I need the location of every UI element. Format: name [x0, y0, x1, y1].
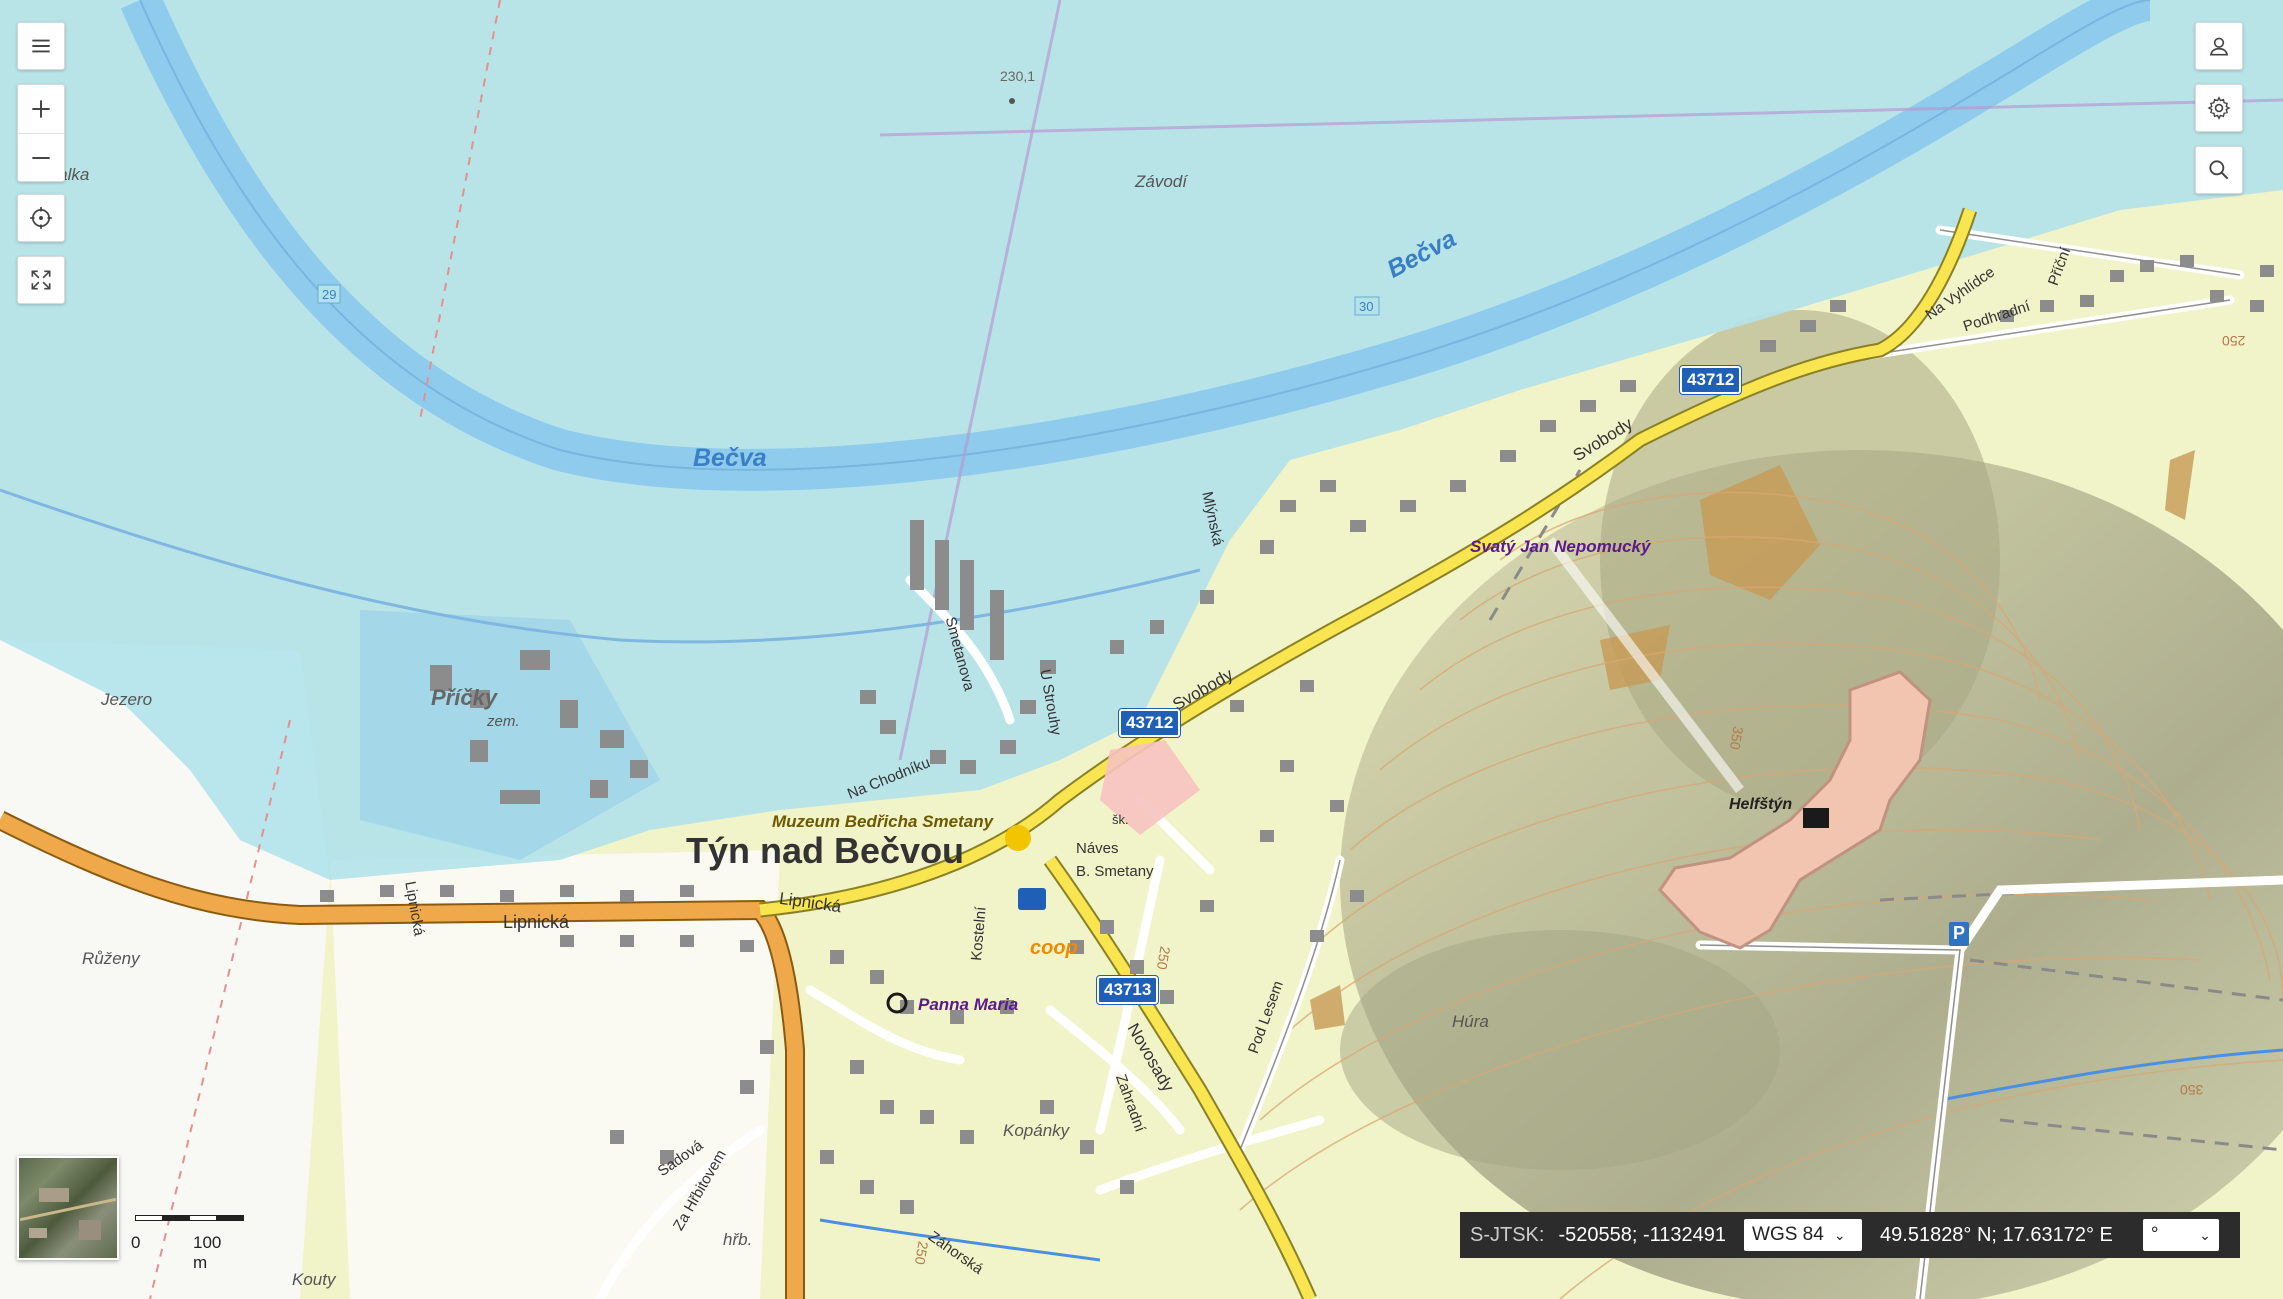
road-number-badge: 43713	[1097, 976, 1159, 1004]
chevron-down-icon: ⌄	[2199, 1226, 2211, 1243]
road-number-badge: 43712	[1680, 366, 1742, 394]
hamburger-icon	[32, 39, 50, 53]
elevation-label: 350	[2180, 1082, 2204, 1098]
church-label: Panna Maria	[918, 995, 1019, 1014]
gear-icon	[2207, 96, 2231, 120]
place-label: Jezero	[101, 690, 153, 709]
river-label: Bečva	[693, 444, 767, 472]
street-label: B. Smetany	[1076, 863, 1154, 880]
search-button[interactable]	[2195, 146, 2243, 194]
minus-icon	[32, 157, 50, 159]
projection-value: WGS 84	[1752, 1224, 1824, 1245]
castle-label: Helfštýn	[1729, 796, 1793, 813]
elevation-label: 250	[2222, 333, 2246, 349]
street-label: šk.	[1112, 812, 1129, 827]
place-label: Růženy	[82, 949, 140, 968]
chevron-down-icon: ⌄	[1833, 1226, 1846, 1243]
street-label: Náves	[1076, 840, 1119, 857]
zoom-in-button[interactable]	[18, 85, 64, 133]
settings-button[interactable]	[2195, 84, 2243, 132]
place-label: zem.	[487, 713, 520, 730]
unit-value: °	[2150, 1224, 2159, 1245]
place-label: Závodí	[1135, 172, 1187, 191]
wgs-value: 49.51828° N; 17.63172° E	[1880, 1223, 2113, 1246]
km-marker: 30	[1359, 299, 1374, 314]
projection-select[interactable]: WGS 84 ⌄	[1744, 1219, 1863, 1251]
locate-button[interactable]	[17, 194, 65, 242]
km-marker: 29	[322, 287, 337, 302]
map-base-layer	[0, 0, 2283, 1299]
scale-end-label: 100 m	[193, 1233, 222, 1272]
street-label: Lipnická	[503, 912, 570, 932]
place-label: Příčky	[431, 685, 498, 710]
crosshair-icon	[30, 207, 52, 229]
road-number-badge: 43712	[1119, 709, 1181, 737]
fullscreen-button[interactable]	[17, 256, 65, 304]
place-label: Kouty	[292, 1270, 336, 1289]
user-icon	[2209, 37, 2229, 56]
zoom-controls	[17, 84, 65, 182]
map-canvas[interactable]: Bečva Bečva Závodí Příčky zem. Jezero Rů…	[0, 0, 2283, 1299]
museum-label: Muzeum Bedřicha Smetany	[772, 812, 994, 831]
basemap-switcher-thumbnail[interactable]	[17, 1156, 119, 1260]
unit-select[interactable]: ° ⌄	[2142, 1219, 2219, 1251]
statue-label: Svatý Jan Nepomucký	[1470, 537, 1651, 556]
scale-start-label: 0	[131, 1233, 141, 1252]
expand-icon	[31, 270, 51, 290]
elevation-label: 230,1	[1000, 68, 1036, 84]
zoom-out-button[interactable]	[18, 133, 64, 182]
coordinate-bar: S-JTSK: -520558; -1132491 WGS 84 ⌄ 49.51…	[1460, 1212, 2240, 1258]
parking-label: P	[1953, 923, 1966, 943]
plus-icon	[32, 100, 50, 118]
user-button[interactable]	[2195, 22, 2243, 70]
place-label: Húra	[1452, 1012, 1489, 1031]
place-label: Kopánky	[1003, 1121, 1070, 1140]
sjtsk-label: S-JTSK:	[1470, 1223, 1545, 1246]
coop-logo: coop	[1030, 937, 1078, 959]
search-icon	[2209, 160, 2229, 180]
town-label: Týn nad Bečvou	[686, 830, 965, 871]
sjtsk-value: -520558; -1132491	[1558, 1223, 1727, 1246]
menu-button[interactable]	[17, 22, 65, 70]
place-label: hřb.	[723, 1230, 753, 1249]
